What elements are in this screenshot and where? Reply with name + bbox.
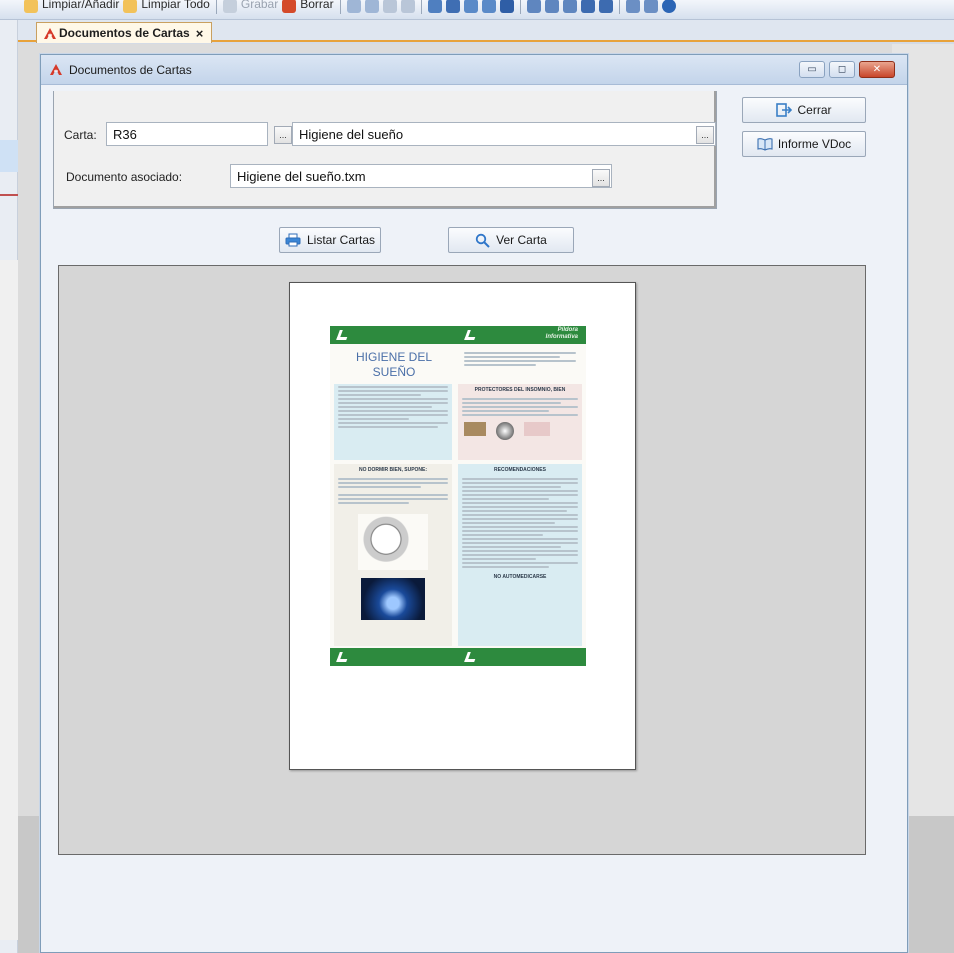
carta-code-input[interactable]: R36 bbox=[106, 122, 268, 146]
toolbar-separator bbox=[519, 0, 521, 14]
poster-footer-text: NO AUTOMEDICARSE bbox=[493, 574, 547, 580]
poster-logo-icon bbox=[336, 652, 350, 662]
toolbar-clear-all-button[interactable]: Limpiar Todo bbox=[141, 0, 209, 11]
window-title: Documentos de Cartas bbox=[69, 62, 192, 77]
book-icon bbox=[757, 138, 773, 151]
poster-image: Píldora Informativa HIGIENE DEL SUEÑO PR… bbox=[330, 326, 586, 666]
informe-vdoc-button[interactable]: Informe VDoc bbox=[742, 131, 866, 157]
documentos-de-cartas-window: Documentos de Cartas ▭ ◻ ✕ Carta: R36 ..… bbox=[40, 54, 908, 953]
eraser-all-icon bbox=[123, 0, 138, 13]
poster-title: HIGIENE DEL SUEÑO bbox=[355, 350, 433, 379]
poster-left-text-panel bbox=[334, 384, 452, 460]
main-toolbar: Limpiar/Añadir Limpiar Todo Grabar Borra… bbox=[0, 0, 954, 20]
cerrar-button[interactable]: Cerrar bbox=[742, 97, 866, 123]
document-preview-pane[interactable]: Píldora Informativa HIGIENE DEL SUEÑO PR… bbox=[58, 265, 866, 855]
preview-page: Píldora Informativa HIGIENE DEL SUEÑO PR… bbox=[289, 282, 636, 770]
down-icon[interactable] bbox=[580, 0, 595, 13]
background-selected-row bbox=[0, 140, 18, 172]
magnifier-icon bbox=[475, 233, 490, 248]
next-record-icon[interactable] bbox=[382, 0, 397, 13]
close-window-button[interactable]: ✕ bbox=[859, 61, 895, 78]
refresh-icon[interactable] bbox=[544, 0, 559, 13]
documento-lookup-button[interactable]: ... bbox=[592, 169, 610, 187]
background-panel bbox=[0, 260, 18, 940]
carta-label: Carta: bbox=[64, 128, 97, 142]
toolbar-separator bbox=[339, 0, 341, 14]
info-icon[interactable] bbox=[661, 0, 676, 13]
settings-icon[interactable] bbox=[526, 0, 541, 13]
app-logo-icon bbox=[50, 64, 62, 75]
toolbar-delete-button[interactable]: Borrar bbox=[300, 0, 333, 11]
window-titlebar[interactable]: Documentos de Cartas ▭ ◻ ✕ bbox=[41, 55, 907, 85]
history-icon[interactable] bbox=[562, 0, 577, 13]
workspace-area: Documentos de Cartas ▭ ◻ ✕ Carta: R36 ..… bbox=[18, 44, 954, 953]
background-divider bbox=[0, 194, 18, 196]
maximize-button[interactable]: ◻ bbox=[829, 61, 855, 78]
listar-cartas-label: Listar Cartas bbox=[306, 233, 376, 247]
poster-header-bar: Píldora Informativa bbox=[330, 326, 586, 344]
copy-icon[interactable] bbox=[463, 0, 478, 13]
find-icon[interactable] bbox=[445, 0, 460, 13]
carta-code-lookup-button[interactable]: ... bbox=[274, 126, 292, 144]
delete-icon bbox=[282, 0, 297, 13]
paste-icon[interactable] bbox=[481, 0, 496, 13]
forward-icon[interactable] bbox=[598, 0, 613, 13]
poster-clocks-illustration bbox=[358, 514, 428, 570]
ver-carta-label: Ver Carta bbox=[496, 233, 547, 247]
poster-thumbnails bbox=[464, 422, 576, 440]
app-logo-icon bbox=[44, 28, 56, 39]
gear-icon[interactable] bbox=[625, 0, 640, 13]
tab-documentos-de-cartas[interactable]: Documentos de Cartas × bbox=[36, 22, 213, 43]
poster-logo-icon bbox=[464, 330, 478, 340]
carta-name-input[interactable]: Higiene del sueño bbox=[292, 122, 716, 146]
poster-section-no-dormir: NO DORMIR BIEN, SUPONE: bbox=[358, 467, 428, 473]
minimize-button[interactable]: ▭ bbox=[799, 61, 825, 78]
document-tab-bar: Documentos de Cartas × bbox=[18, 20, 954, 43]
window-controls: ▭ ◻ ✕ bbox=[799, 61, 895, 78]
toolbar-separator bbox=[215, 0, 217, 14]
form-panel-border bbox=[54, 91, 716, 208]
window-bottom-area bbox=[58, 861, 866, 939]
listar-cartas-button[interactable]: Listar Cartas bbox=[279, 227, 381, 253]
ver-carta-button[interactable]: Ver Carta bbox=[448, 227, 574, 253]
poster-brain-image bbox=[361, 578, 425, 620]
poster-logo-icon bbox=[336, 330, 350, 340]
poster-section-protectores: PROTECTORES DEL INSOMNIO, BIEN bbox=[474, 387, 566, 393]
toolbar-save-button[interactable]: Grabar bbox=[241, 0, 278, 11]
carta-name-lookup-button[interactable]: ... bbox=[696, 126, 714, 144]
first-record-icon[interactable] bbox=[346, 0, 361, 13]
carta-form-panel: Carta: R36 ... Higiene del sueño ... Doc… bbox=[53, 91, 717, 209]
toolbar-clear-add-button[interactable]: Limpiar/Añadir bbox=[42, 0, 119, 11]
eraser-icon bbox=[24, 0, 38, 13]
options-icon[interactable] bbox=[643, 0, 658, 13]
toolbar-separator bbox=[618, 0, 620, 14]
sort-icon[interactable] bbox=[499, 0, 514, 13]
informe-vdoc-label: Informe VDoc bbox=[777, 137, 852, 151]
tab-label: Documentos de Cartas bbox=[59, 26, 190, 40]
printer-icon bbox=[285, 233, 301, 247]
save-icon bbox=[222, 0, 237, 13]
poster-section-recomendaciones: RECOMENDACIONES bbox=[494, 467, 546, 473]
cerrar-label: Cerrar bbox=[797, 103, 832, 117]
poster-right-top-panel: PROTECTORES DEL INSOMNIO, BIEN bbox=[458, 384, 582, 460]
documento-asociado-label: Documento asociado: bbox=[66, 170, 183, 184]
poster-footer-bar bbox=[330, 648, 586, 666]
poster-header-text: Píldora Informativa bbox=[545, 327, 578, 340]
background-window-edge bbox=[0, 20, 18, 953]
filter-icon[interactable] bbox=[427, 0, 442, 13]
exit-icon bbox=[776, 103, 793, 117]
tab-close-icon[interactable]: × bbox=[196, 26, 204, 41]
poster-logo-icon bbox=[464, 652, 478, 662]
poster-right-lower-panel: RECOMENDACIONES NO AUTOMEDICARSE bbox=[458, 464, 582, 646]
poster-intro-text bbox=[460, 350, 580, 374]
documento-asociado-input[interactable]: Higiene del sueño.txm bbox=[230, 164, 612, 188]
toolbar-separator bbox=[420, 0, 422, 14]
poster-left-lower-panel: NO DORMIR BIEN, SUPONE: bbox=[334, 464, 452, 646]
prev-record-icon[interactable] bbox=[364, 0, 379, 13]
last-record-icon[interactable] bbox=[400, 0, 415, 13]
